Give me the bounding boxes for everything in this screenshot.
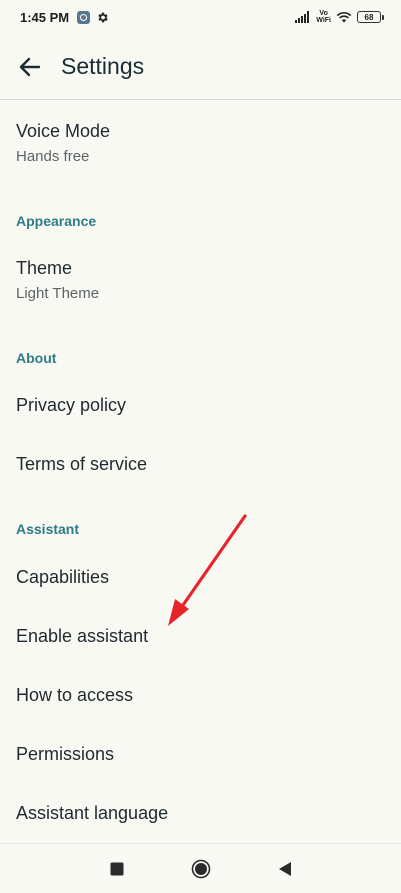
theme-setting[interactable]: Theme Light Theme: [0, 257, 401, 303]
home-button[interactable]: [159, 849, 243, 889]
gear-icon: [98, 12, 108, 22]
page-title: Settings: [61, 53, 145, 79]
theme-value: Light Theme: [16, 285, 100, 302]
battery-icon: 68: [357, 11, 384, 23]
volte-top-text: Vo: [319, 10, 328, 17]
privacy-policy-label: Privacy policy: [16, 395, 127, 415]
status-notification-icons: [77, 10, 109, 24]
assistant-language-label: Assistant language: [16, 803, 169, 823]
nav-back-button[interactable]: [243, 849, 327, 889]
arrow-left-icon: [19, 57, 41, 76]
enable-assistant-item[interactable]: Enable assistant: [0, 625, 401, 647]
voice-mode-value: Hands free: [16, 148, 90, 165]
section-header-assistant: Assistant: [16, 521, 80, 537]
settings-screen: 1:45 PM Vo WiFi 68 Settings Voice Mode H…: [0, 0, 401, 893]
battery-level: 68: [364, 12, 374, 22]
back-button[interactable]: [8, 45, 52, 89]
terms-of-service-item[interactable]: Terms of service: [0, 453, 401, 475]
section-header-about: About: [16, 350, 57, 366]
assistant-language-item[interactable]: Assistant language: [0, 802, 401, 824]
privacy-policy-item[interactable]: Privacy policy: [0, 394, 401, 416]
theme-title: Theme: [16, 258, 73, 278]
circle-icon: [191, 859, 210, 878]
voice-mode-title: Voice Mode: [16, 121, 111, 141]
how-to-access-label: How to access: [16, 685, 134, 705]
section-header-appearance: Appearance: [16, 213, 97, 229]
wifi-icon: [336, 11, 352, 23]
capabilities-label: Capabilities: [16, 567, 110, 587]
square-icon: [110, 862, 123, 875]
permissions-label: Permissions: [16, 744, 115, 764]
enable-assistant-label: Enable assistant: [16, 626, 149, 646]
status-bar: 1:45 PM Vo WiFi 68: [0, 0, 401, 34]
volte-bottom-text: WiFi: [316, 17, 331, 24]
system-nav-bar: [0, 843, 401, 893]
triangle-back-icon: [278, 861, 291, 876]
terms-of-service-label: Terms of service: [16, 454, 148, 474]
how-to-access-item[interactable]: How to access: [0, 684, 401, 706]
signal-bars-icon: [295, 11, 310, 23]
permissions-item[interactable]: Permissions: [0, 743, 401, 765]
status-time: 1:45 PM: [20, 9, 70, 25]
status-right-icons: Vo WiFi 68: [295, 10, 384, 24]
app-bar: Settings: [0, 34, 401, 100]
app-notification-icon: [77, 10, 91, 24]
capabilities-item[interactable]: Capabilities: [0, 566, 401, 588]
recents-button[interactable]: [75, 849, 159, 889]
vowifi-indicator: Vo WiFi: [316, 10, 331, 24]
voice-mode-setting[interactable]: Voice Mode Hands free: [0, 120, 401, 166]
